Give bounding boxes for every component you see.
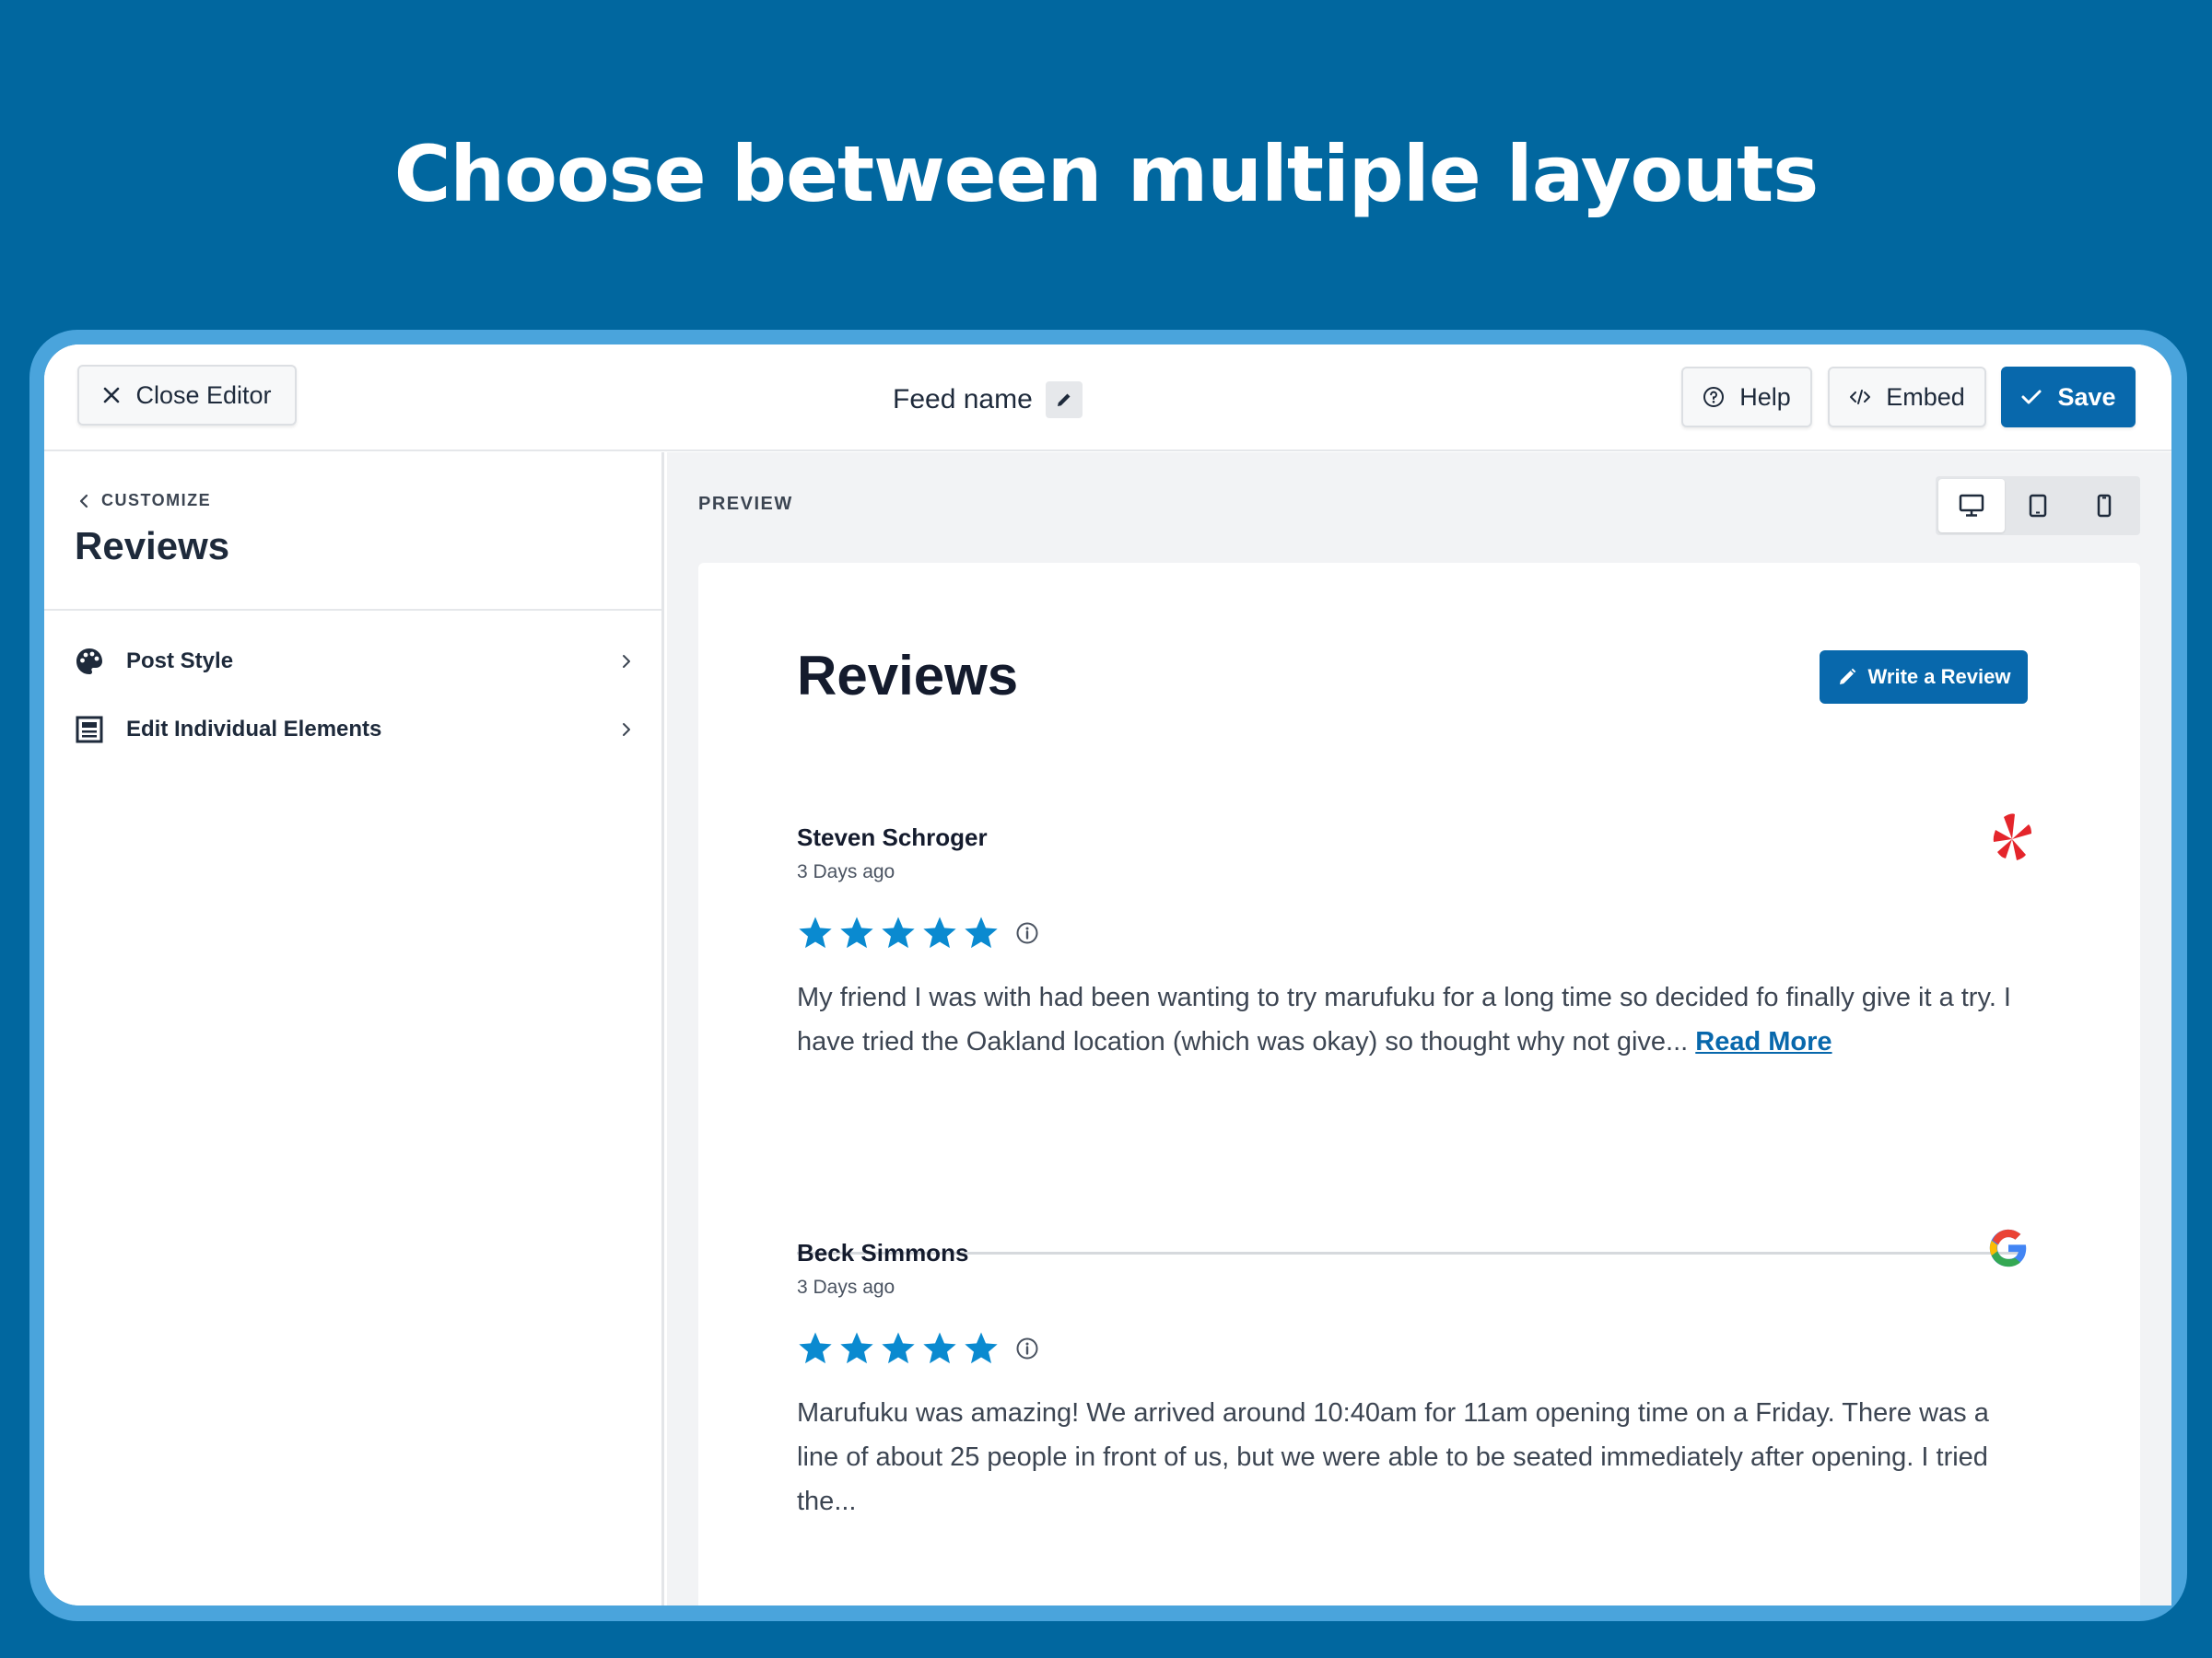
review-item: Beck Simmons 3 Days ago Marufuku was ama… [797,1239,2020,1524]
star-icon [921,915,958,952]
write-review-label: Write a Review [1867,665,2011,688]
save-button[interactable]: Save [2001,367,2136,427]
help-button[interactable]: Help [1681,367,1812,427]
sidebar-item-label: Post Style [126,648,234,673]
reviewer-name: Steven Schroger [797,823,988,851]
star-icon [963,915,1000,952]
pencil-icon [1057,393,1071,406]
close-editor-button[interactable]: Close Editor [77,365,297,426]
write-review-button[interactable]: Write a Review [1820,650,2028,704]
star-rating [797,915,2020,952]
star-icon [963,1330,1000,1367]
sidebar-item-label: Edit Individual Elements [126,717,382,741]
feed-name: Feed name [893,381,1083,418]
review-date: 3 Days ago [797,1277,895,1298]
preview-panel: PREVIEW Reviews Write a Review Steven Sc… [667,452,2171,1605]
star-icon [880,1330,917,1367]
chevron-left-icon [79,494,88,508]
star-icon [797,1330,834,1367]
preview-label: PREVIEW [698,494,793,514]
feed-name-label: Feed name [893,384,1033,414]
pencil-icon [1839,668,1855,684]
google-icon [1988,1228,2029,1273]
yelp-icon [1991,811,2033,871]
layout-icon [75,715,106,744]
review-text: My friend I was with had been wanting to… [797,975,2020,1064]
mobile-icon [2097,494,2112,518]
reviews-title: Reviews [797,645,1019,706]
star-icon [797,915,834,952]
editor-topbar: Close Editor Feed name Help Embed Save [44,344,2171,451]
star-icon [880,915,917,952]
read-more-link[interactable]: Read More [1695,1027,1832,1057]
tablet-view-button[interactable] [2005,479,2071,532]
save-label: Save [2057,382,2116,411]
info-icon[interactable] [1015,921,1039,945]
close-editor-label: Close Editor [135,380,272,409]
sidebar-item-post-style[interactable]: Post Style [75,638,632,684]
device-switcher [1936,476,2140,535]
customize-sidebar: CUSTOMIZE Reviews Post Style Edit Indivi… [44,452,664,1605]
embed-label: Embed [1886,382,1965,411]
editor-window: Close Editor Feed name Help Embed Save C… [44,344,2171,1605]
sidebar-title: Reviews [75,524,230,567]
tablet-icon [2029,494,2047,518]
edit-feed-name-button[interactable] [1045,381,1083,418]
desktop-icon [1959,494,1984,517]
desktop-view-button[interactable] [1938,479,2005,532]
close-icon [104,387,120,403]
star-icon [838,915,875,952]
chevron-right-icon [623,655,630,668]
review-text: Marufuku was amazing! We arrived around … [797,1398,1989,1516]
palette-icon [75,647,106,676]
sidebar-divider [44,609,661,611]
review-date: 3 Days ago [797,861,895,882]
check-icon [2021,390,2042,404]
star-rating [797,1330,2020,1367]
breadcrumb-label: CUSTOMIZE [101,491,212,509]
embed-button[interactable]: Embed [1828,367,1986,427]
sidebar-item-edit-elements[interactable]: Edit Individual Elements [75,706,632,753]
star-icon [838,1330,875,1367]
help-icon [1703,387,1725,407]
reviews-card: Reviews Write a Review Steven Schroger 3… [698,563,2140,1605]
code-icon [1850,390,1871,404]
info-icon[interactable] [1015,1337,1039,1360]
breadcrumb-customize[interactable]: CUSTOMIZE [79,491,211,510]
star-icon [921,1330,958,1367]
review-item: Steven Schroger 3 Days ago My friend I w… [797,823,2020,1064]
help-label: Help [1739,382,1791,411]
mobile-view-button[interactable] [2071,479,2137,532]
hero-title: Choose between multiple layouts [393,129,1819,219]
chevron-right-icon [623,723,630,736]
reviewer-name: Beck Simmons [797,1239,969,1267]
